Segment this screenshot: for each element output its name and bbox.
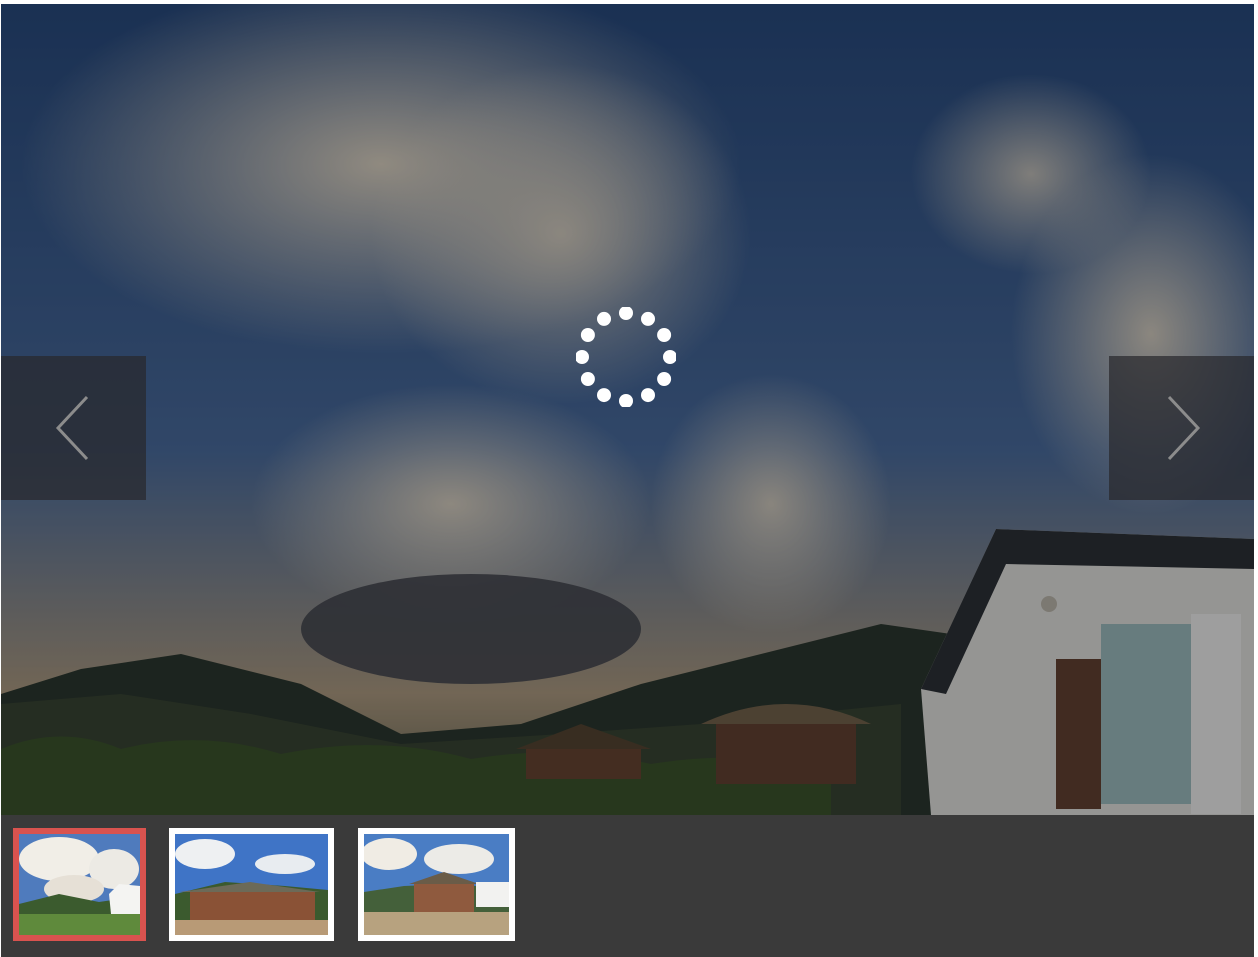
thumbnail-2-image [175,834,328,935]
image-gallery [1,4,1254,957]
previous-image-button[interactable] [1,356,146,500]
thumbnail-strip [1,815,1254,957]
chevron-left-icon [55,395,88,461]
thumbnail-1[interactable] [13,828,146,941]
spinner-dot [580,328,595,342]
chevron-right-icon [1167,395,1200,461]
loading-spinner-icon [576,307,676,407]
spinner-dot [641,311,655,326]
spinner-dot [597,311,611,326]
spinner-dot [663,350,676,364]
spinner-dot [619,307,633,320]
spinner-dot [619,394,633,407]
thumbnail-2[interactable] [169,828,334,941]
thumbnail-1-image [19,834,140,935]
spinner-dot [657,372,672,386]
spinner-dot [597,388,611,403]
spinner-dot [641,388,655,403]
thumbnail-3[interactable] [358,828,515,941]
spinner-dot [657,328,672,342]
next-image-button[interactable] [1109,356,1254,500]
spinner-dot [580,372,595,386]
main-image-stage [1,4,1254,815]
loading-overlay [1,4,1254,815]
spinner-dot [576,350,589,364]
thumbnail-3-image [364,834,509,935]
